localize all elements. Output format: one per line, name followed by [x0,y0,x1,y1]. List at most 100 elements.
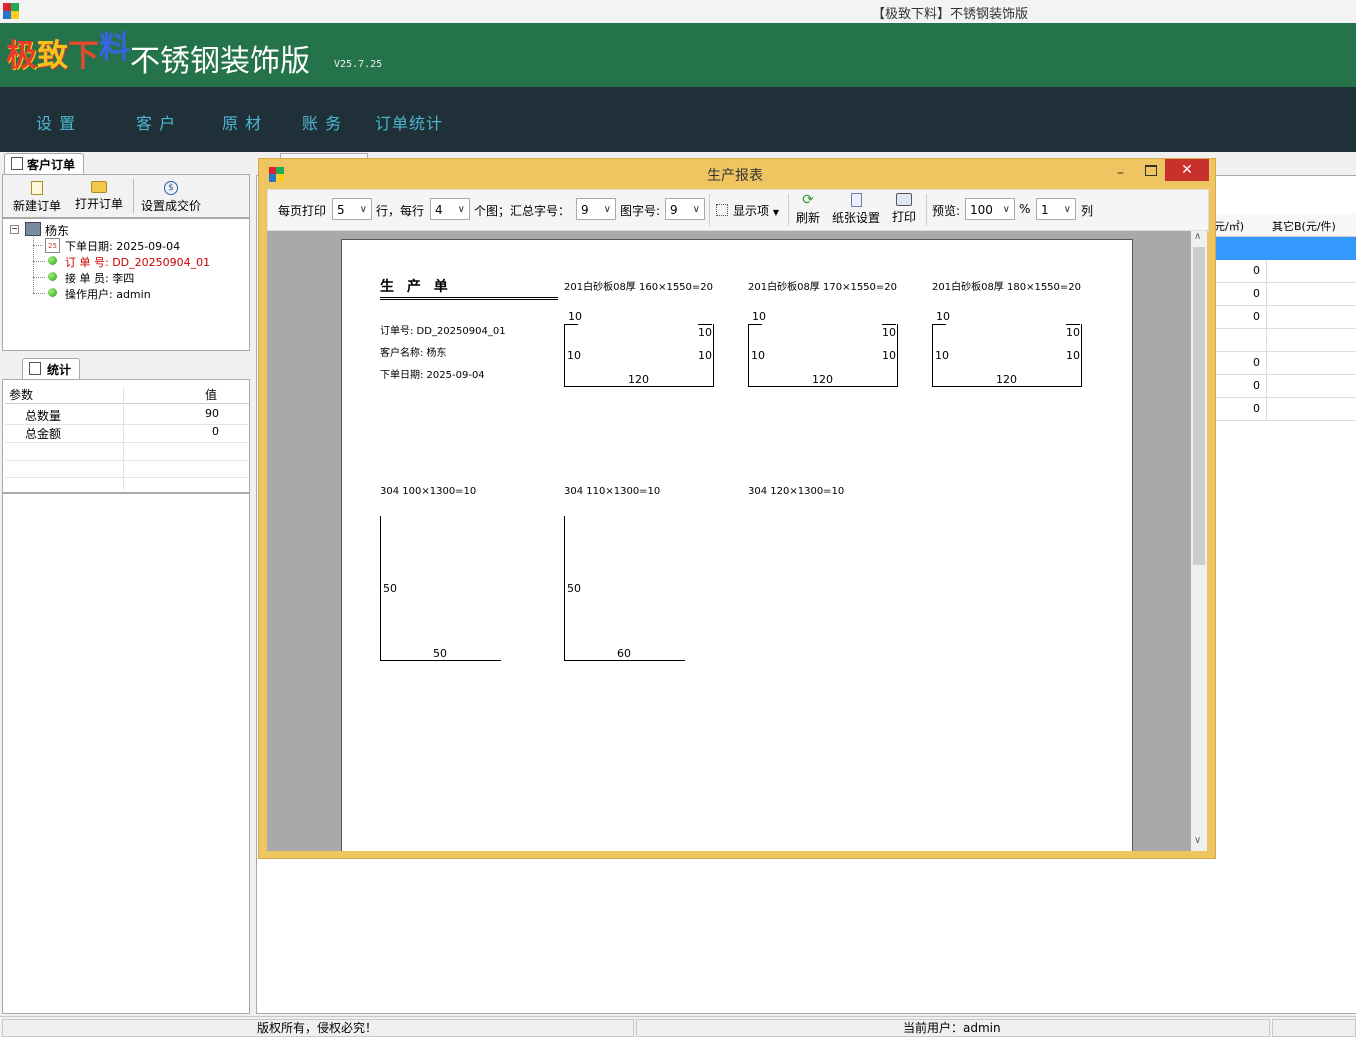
select-value: 5 [337,203,345,217]
per-page-label: 每页打印 [278,204,327,218]
table-row[interactable]: 总数量 90 [5,407,249,425]
refresh-button[interactable]: ⟳ 刷新 [796,193,820,226]
user-segment: 当前用户：admin [636,1019,1270,1037]
table-cell[interactable]: 0 [1214,375,1267,398]
set-price-button[interactable]: $ 设置成交价 [141,181,201,214]
tree-order-number[interactable]: 订 单 号: DD_20250904_01 [65,254,210,270]
part-flange [882,324,896,325]
dim-top: 10 [752,310,766,323]
angle-label: 304 120×1300=10 [748,486,845,497]
refresh-icon: ⟳ [802,192,814,208]
table-cell[interactable] [1266,283,1356,306]
print-preview-area[interactable]: 生 产 单 订单号: DD_20250904_01 客户名称: 杨东 下单日期:… [267,231,1191,851]
menu-order-stats[interactable]: 订单统计 [375,110,443,134]
toolbar-divider [926,194,927,226]
dollar-icon: $ [164,181,178,195]
table-cell[interactable] [1266,352,1356,375]
empty-panel [2,493,250,1014]
table-cell[interactable]: 0 [1214,306,1267,329]
button-label: 纸张设置 [832,211,881,225]
report-date: 下单日期: 2025-09-04 [380,370,485,381]
app-name: 不锈钢装饰版 [130,44,310,79]
report-toolbar: 每页打印 5 ∨ 行，每行 4 ∨ 个图；汇总字号： 9 ∨ 图字号: 9 ∨ 显示项 … [267,189,1209,231]
tree-order-date[interactable]: 下单日期: 2025-09-04 [65,238,180,254]
menu-customers[interactable]: 客 户 [136,110,176,134]
copyright-segment: 版权所有，侵权必究！ [2,1019,634,1037]
table-cell[interactable] [1266,260,1356,283]
summary-font-select[interactable]: 9 ∨ [576,198,616,220]
vertical-scrollbar[interactable]: ∧ ∨ [1191,231,1207,851]
columns-select[interactable]: 1 ∨ [1036,198,1076,220]
tab-stats[interactable]: 统计 [22,358,81,380]
stats-grid: 参数 值 总数量 90 总金额 0 [2,379,250,493]
page-setup-icon [850,193,862,207]
table-cell[interactable] [1266,398,1356,421]
window-titlebar: 【极致下料】不锈钢装饰版 [0,0,1356,24]
zoom-select[interactable]: 100 ∨ [965,198,1015,220]
stat-name: 总数量 [25,409,62,423]
chevron-down-icon: ∨ [1002,204,1010,215]
calendar-icon: 25 [45,238,60,253]
tree-customer-node[interactable]: 杨东 [45,222,69,239]
status-dot-icon [48,288,57,297]
selected-row[interactable] [1214,237,1356,260]
scroll-up-icon[interactable]: ∧ [1194,231,1201,242]
per-page-select[interactable]: 5 ∨ [332,198,372,220]
cell-value: 0 [1253,264,1260,277]
button-label: 刷新 [796,211,821,225]
table-cell[interactable] [1214,329,1267,352]
table-cell[interactable]: 0 [1214,398,1267,421]
production-report-dialog: 生产报表 – ✕ 每页打印 5 ∨ 行，每行 4 ∨ 个图；汇总字号： 9 ∨ 图字号… [258,158,1216,859]
tree-receiver[interactable]: 接 单 员: 李四 [65,270,134,286]
table-cell[interactable] [1266,375,1356,398]
tab-label: 统计 [47,363,72,377]
close-button[interactable]: ✕ [1165,159,1209,181]
order-tree: − 杨东 25 下单日期: 2025-09-04 订 单 号: DD_20250… [2,218,250,351]
chevron-down-icon: ∨ [1063,204,1071,215]
scroll-down-icon[interactable]: ∨ [1194,835,1201,846]
new-order-button[interactable]: 新建订单 [13,181,61,214]
per-row-select[interactable]: 4 ∨ [430,198,470,220]
chevron-down-icon: ∨ [359,204,367,215]
dim-bottom: 120 [812,373,833,386]
dim-top: 10 [568,310,582,323]
stat-name: 总金额 [25,427,62,441]
stats-header-row: 参数 值 [5,386,249,404]
stat-value: 0 [212,425,219,438]
dim-right-top: 10 [698,326,712,339]
tree-connector [33,293,45,294]
maximize-button[interactable] [1145,165,1157,176]
status-dot-icon [48,256,57,265]
print-button[interactable]: 打印 [892,193,916,225]
dialog-title: 生产报表 [707,168,763,184]
table-row[interactable]: 总金额 0 [5,425,249,443]
minimize-button[interactable]: – [1117,165,1124,181]
paper-setup-button[interactable]: 纸张设置 [832,193,880,226]
figure-font-select[interactable]: 9 ∨ [665,198,705,220]
dim-right: 10 [1066,349,1080,362]
tree-operator[interactable]: 操作用户: admin [65,286,151,302]
table-cell[interactable]: 0 [1214,352,1267,375]
collapse-icon[interactable]: − [10,225,19,234]
open-order-button[interactable]: 打开订单 [75,181,123,212]
dim-left: 10 [935,349,949,362]
app-icon [3,3,19,19]
menu-materials[interactable]: 原 材 [222,110,262,134]
table-cell[interactable] [1266,329,1356,352]
column-header-param: 参数 [9,388,34,402]
chevron-down-icon: ∨ [692,204,700,215]
tab-customer-orders[interactable]: 客户订单 [4,153,85,175]
table-cell[interactable] [1266,306,1356,329]
table-cell[interactable]: 0 [1214,283,1267,306]
order-toolbar: 新建订单 打开订单 $ 设置成交价 [2,174,250,218]
table-cell[interactable]: 0 [1214,260,1267,283]
angle-label: 304 110×1300=10 [564,486,661,497]
cell-value: 0 [1253,287,1260,300]
status-bar: 版权所有，侵权必究！ 当前用户：admin [0,1016,1356,1037]
menu-settings[interactable]: 设 置 [36,110,76,134]
preview-label: 预览: [932,204,961,218]
dim-left: 10 [751,349,765,362]
menu-accounts[interactable]: 账 务 [302,110,342,134]
scrollbar-thumb[interactable] [1193,247,1205,565]
display-items-button[interactable]: 显示项 ▼ [716,202,779,219]
